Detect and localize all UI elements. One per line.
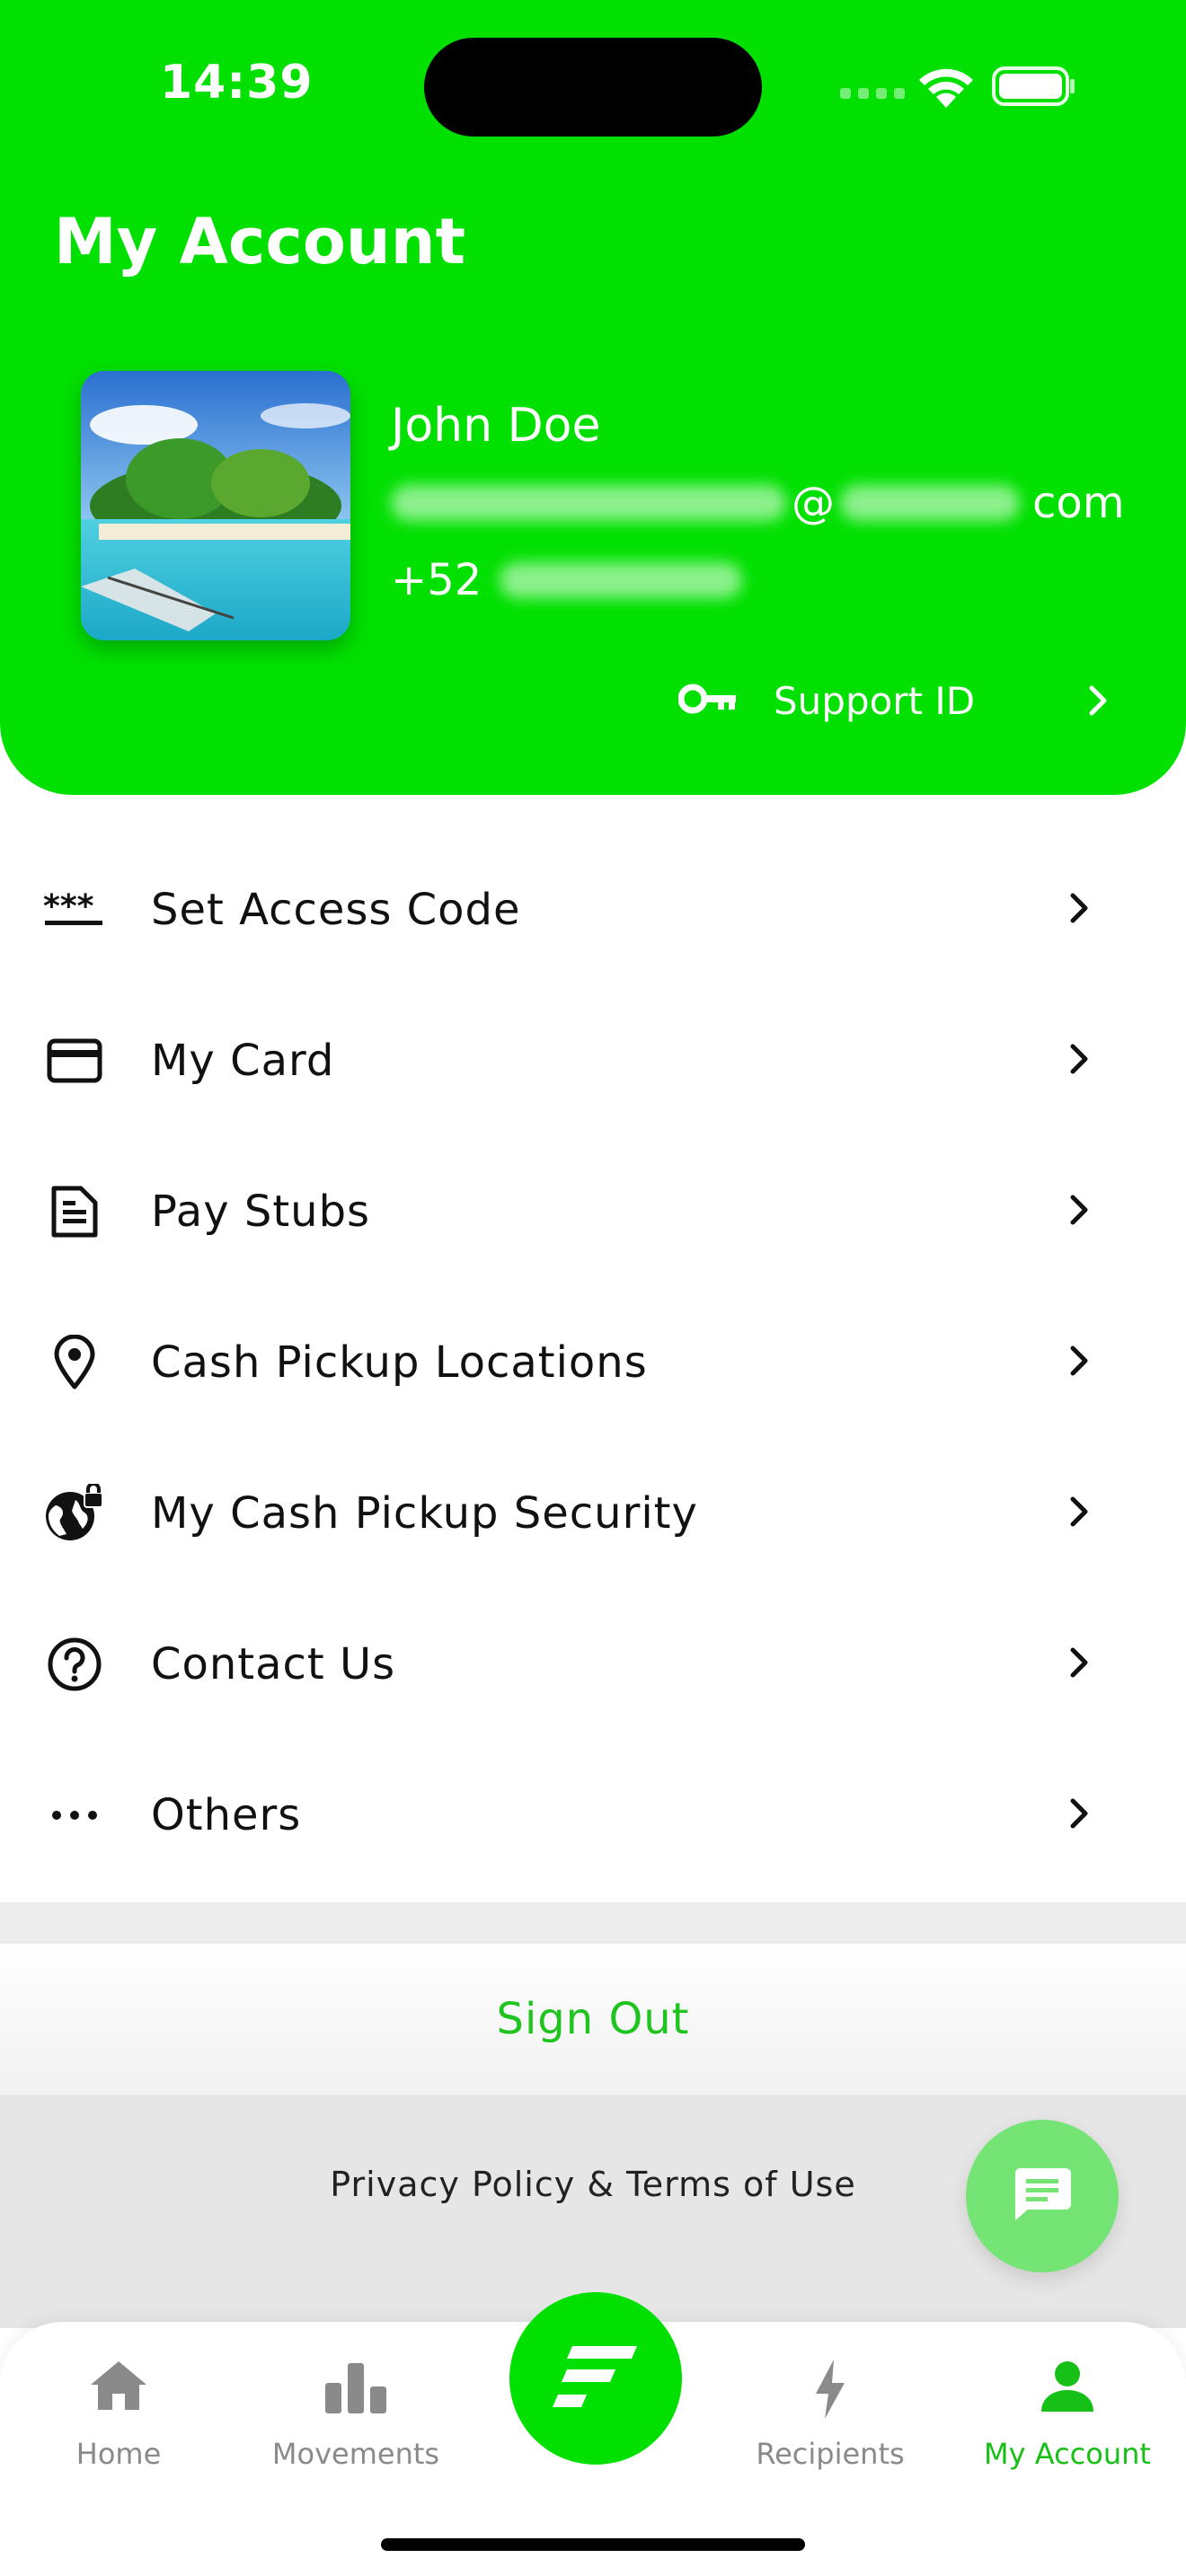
menu-item-set-access-code[interactable]: *** Set Access Code: [0, 834, 1186, 985]
credit-card-icon: [43, 1029, 106, 1092]
chevron-right-icon: [1069, 1797, 1091, 1833]
location-pin-icon: [43, 1331, 106, 1394]
nav-item-movements[interactable]: Movements: [248, 2358, 464, 2483]
profile-avatar[interactable]: [81, 371, 350, 640]
menu-item-label: Pay Stubs: [151, 1187, 371, 1237]
page-title: My Account: [54, 205, 466, 278]
phone-country-code: +52: [391, 555, 482, 605]
svg-text:***: ***: [43, 892, 94, 925]
nav-item-label: Home: [75, 2437, 162, 2471]
status-time: 14:39: [160, 56, 314, 110]
menu-item-label: Others: [151, 1790, 302, 1840]
nav-item-recipients[interactable]: Recipients: [722, 2358, 938, 2483]
email-at-sign: @: [792, 478, 835, 528]
globe-lock-icon: [43, 1482, 106, 1545]
lightning-icon: [722, 2358, 938, 2421]
chevron-right-icon: [1069, 892, 1091, 928]
menu-item-label: Set Access Code: [151, 885, 521, 935]
profile-name: John Doe: [391, 399, 601, 453]
home-icon: [11, 2358, 226, 2413]
key-icon: [677, 683, 738, 719]
section-divider: [0, 1902, 1186, 1944]
email-tld: com: [1032, 478, 1125, 528]
help-circle-icon: [43, 1633, 106, 1696]
center-action-button[interactable]: [509, 2292, 682, 2465]
chevron-right-icon: [1069, 1646, 1091, 1682]
wifi-icon: [916, 63, 976, 113]
menu-item-cash-pickup-security[interactable]: My Cash Pickup Security: [0, 1438, 1186, 1589]
profile-email: @ com: [391, 478, 1125, 528]
person-icon: [960, 2358, 1175, 2413]
menu-item-my-card[interactable]: My Card: [0, 985, 1186, 1136]
sign-out-button[interactable]: Sign Out: [0, 1944, 1186, 2095]
document-icon: [43, 1180, 106, 1243]
redacted-email-user: [391, 485, 786, 521]
battery-icon: [992, 66, 1076, 110]
chevron-right-icon: [1069, 1345, 1091, 1381]
chevron-right-icon: [1088, 684, 1110, 720]
menu-item-label: Cash Pickup Locations: [151, 1337, 648, 1388]
chevron-right-icon: [1069, 1043, 1091, 1079]
brand-logo-icon: [551, 2341, 641, 2416]
menu-item-contact-us[interactable]: Contact Us: [0, 1589, 1186, 1740]
nav-item-label: Movements: [271, 2437, 440, 2471]
more-dots-icon: [43, 1784, 106, 1847]
menu-item-pay-stubs[interactable]: Pay Stubs: [0, 1136, 1186, 1287]
menu-item-label: My Card: [151, 1036, 335, 1086]
chevron-right-icon: [1069, 1495, 1091, 1531]
support-id-button[interactable]: Support ID: [677, 672, 1110, 729]
profile-phone: +52: [391, 555, 743, 605]
redacted-email-domain: [840, 485, 1020, 521]
redacted-phone-number: [500, 562, 743, 598]
cellular-signal-icon: [840, 88, 905, 99]
menu-item-others[interactable]: Others: [0, 1740, 1186, 1891]
nav-item-my-account[interactable]: My Account: [960, 2358, 1175, 2483]
chat-icon: [1012, 2165, 1073, 2228]
asterisks-icon: ***: [43, 878, 106, 941]
bar-chart-icon: [248, 2358, 464, 2415]
dynamic-island: [424, 38, 762, 137]
nav-item-label: My Account: [984, 2437, 1151, 2471]
chat-button[interactable]: [966, 2120, 1119, 2272]
menu-item-label: Contact Us: [151, 1639, 396, 1689]
menu-item-label: My Cash Pickup Security: [151, 1488, 698, 1539]
nav-item-label: Recipients: [756, 2437, 905, 2471]
home-indicator: [381, 2538, 805, 2551]
chevron-right-icon: [1069, 1194, 1091, 1230]
menu-item-cash-pickup-locations[interactable]: Cash Pickup Locations: [0, 1287, 1186, 1438]
nav-item-home[interactable]: Home: [11, 2358, 226, 2483]
support-id-label: Support ID: [774, 678, 976, 723]
sign-out-label: Sign Out: [496, 1994, 690, 2044]
